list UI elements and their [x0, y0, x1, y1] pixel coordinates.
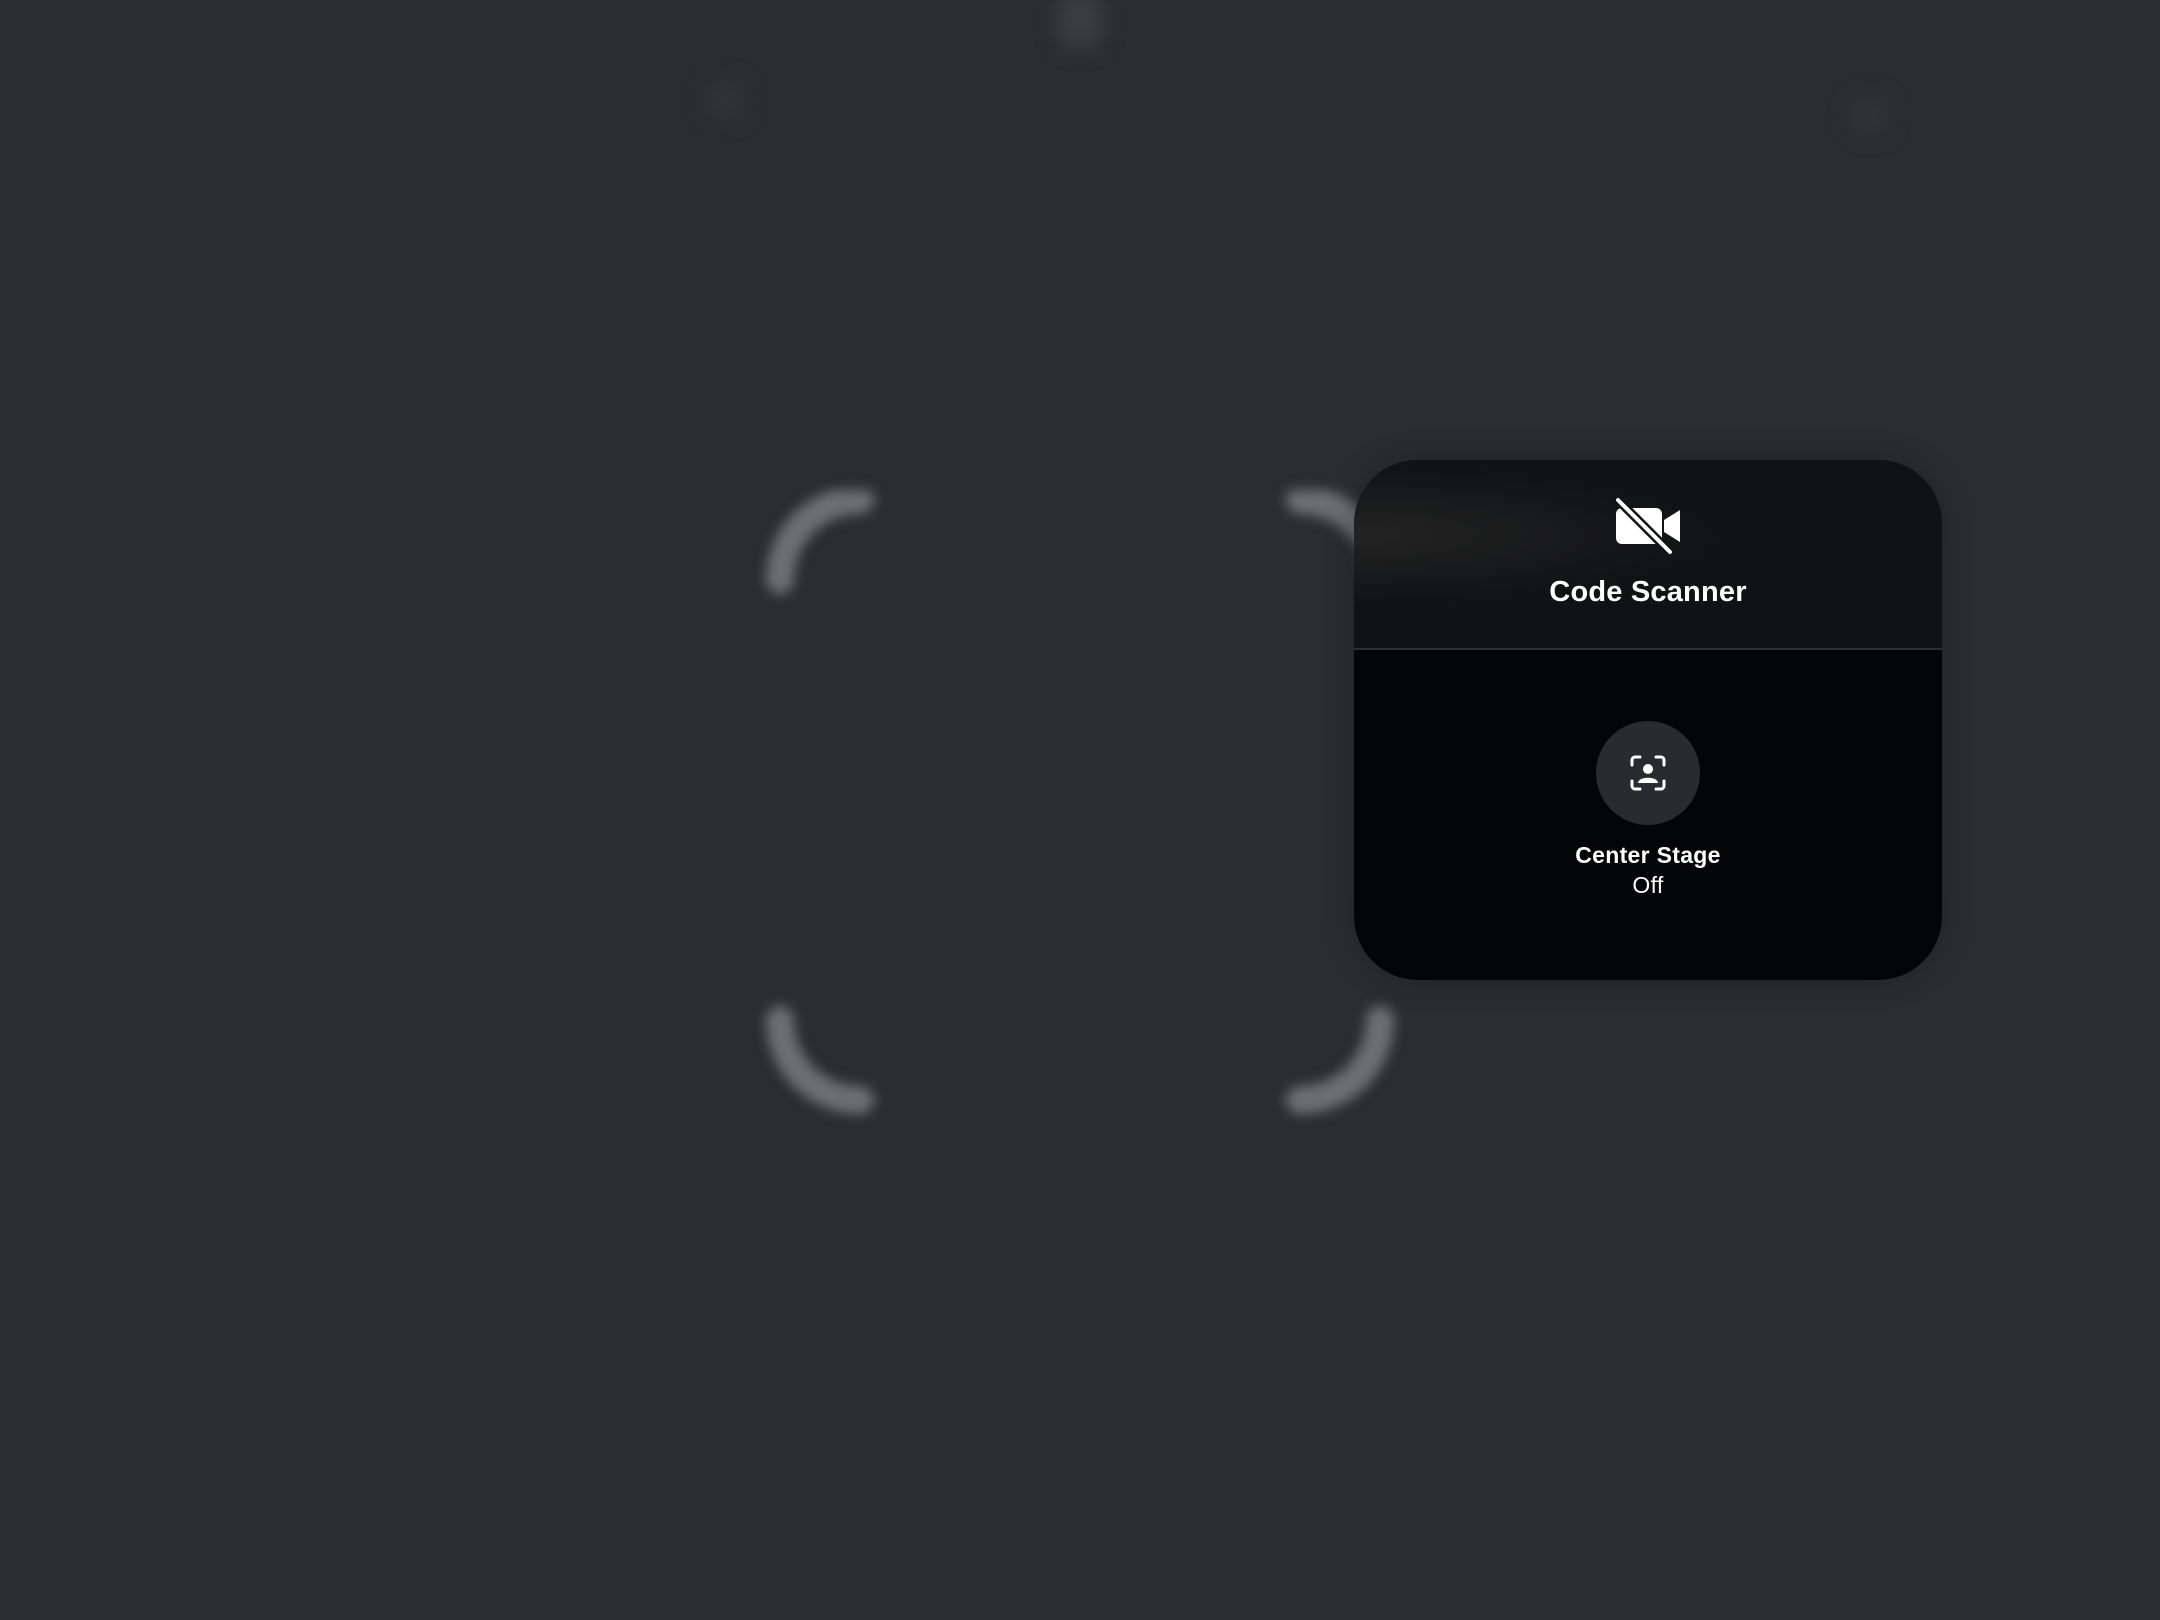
blurred-shape	[705, 80, 745, 120]
camera-controls-panel: Code Scanner Center Stage Off	[1354, 460, 1942, 980]
center-stage-button[interactable]	[1596, 721, 1700, 825]
blurred-shape	[1055, 0, 1105, 50]
center-stage-state: Off	[1632, 872, 1664, 898]
scan-viewfinder-frame	[760, 486, 1400, 1130]
app-title: Code Scanner	[1549, 576, 1747, 608]
center-stage-label: Center Stage	[1575, 842, 1721, 868]
video-slash-icon	[1614, 498, 1680, 554]
blurred-shape	[1850, 95, 1890, 135]
panel-header: Code Scanner	[1354, 460, 1942, 650]
person-viewfinder-icon	[1630, 755, 1666, 791]
camera-screen: Code Scanner Center Stage Off	[0, 0, 2160, 1620]
